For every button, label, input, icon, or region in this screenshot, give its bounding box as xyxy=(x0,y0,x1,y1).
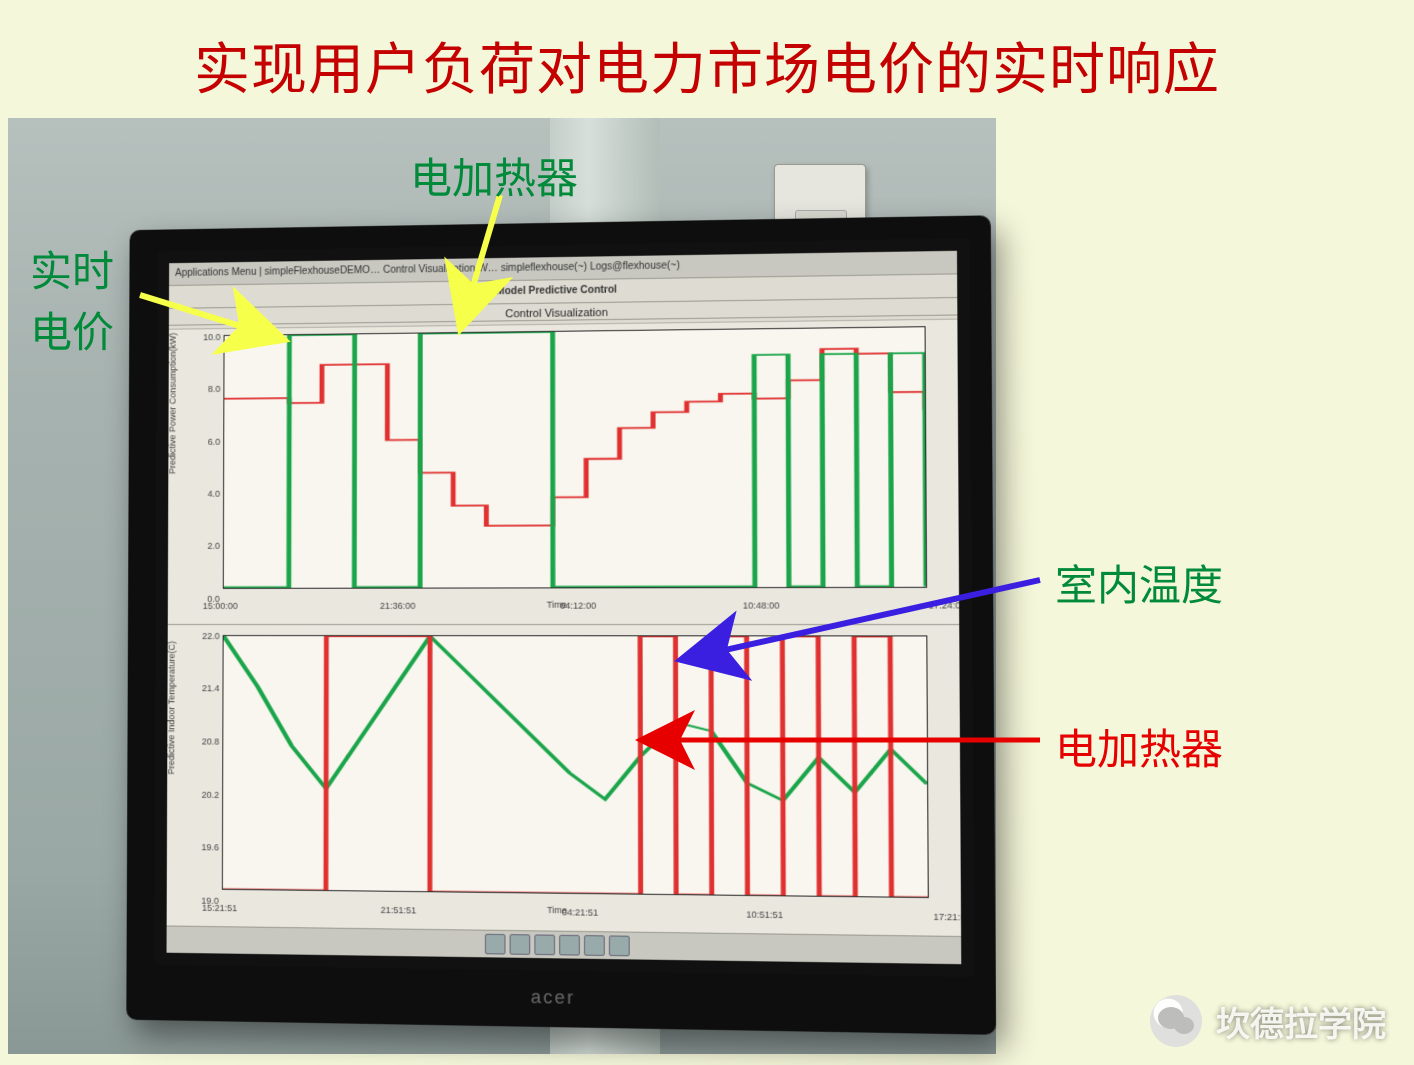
y-tick: 20.2 xyxy=(202,789,220,799)
y-tick: 8.0 xyxy=(208,384,221,394)
slide: 实现用户负荷对电力市场电价的实时响应 Applications Menu | s… xyxy=(0,0,1414,1065)
monitor-screen: Applications Menu | simpleFlexhouseDEMO…… xyxy=(167,251,962,964)
monitor-brand-logo: acer xyxy=(126,980,996,1016)
y-tick: 22.0 xyxy=(202,631,220,641)
y-tick: 2.0 xyxy=(207,541,220,551)
y-tick: 19.6 xyxy=(201,843,219,853)
x-tick: 04:21:51 xyxy=(562,907,598,918)
y-tick: 6.0 xyxy=(208,436,221,446)
slide-title: 实现用户负荷对电力市场电价的实时响应 xyxy=(0,25,1414,106)
top-chart-plot xyxy=(223,326,927,588)
label-heater-bottom: 电加热器 xyxy=(1055,716,1223,777)
label-indoor-temp: 室内温度 xyxy=(1055,552,1223,613)
bottom-chart-panel: Predictive Indoor Temperature(C) Time 19… xyxy=(167,624,961,935)
chart-panels: Predictive Power Consumption(kW) Time 0.… xyxy=(167,314,961,934)
x-tick: 17:21:51 xyxy=(933,912,961,923)
x-tick: 15:21:51 xyxy=(202,903,237,914)
x-tick: 21:51:51 xyxy=(381,905,417,916)
watermark: 坎德拉学院 xyxy=(1150,995,1386,1047)
x-tick: 10:51:51 xyxy=(746,909,783,920)
x-tick: 21:36:00 xyxy=(380,601,416,611)
bottom-chart-plot xyxy=(222,635,929,899)
top-chart-ylabel: Predictive Power Consumption(kW) xyxy=(167,333,177,475)
bottom-chart-ylabel: Predictive Indoor Temperature(C) xyxy=(167,641,177,774)
x-tick: 17:24:00 xyxy=(928,600,961,610)
top-chart-panel: Predictive Power Consumption(kW) Time 0.… xyxy=(168,314,959,623)
x-tick: 04:12:00 xyxy=(560,600,596,610)
y-tick: 20.8 xyxy=(202,736,220,746)
monitor-bezel: Applications Menu | simpleFlexhouseDEMO…… xyxy=(154,238,974,977)
monitor: Applications Menu | simpleFlexhouseDEMO…… xyxy=(126,215,996,1035)
y-tick: 4.0 xyxy=(208,489,221,499)
x-tick: 15:00:00 xyxy=(203,601,238,611)
photo-area: Applications Menu | simpleFlexhouseDEMO…… xyxy=(8,118,996,1054)
watermark-text: 坎德拉学院 xyxy=(1216,997,1386,1046)
wechat-icon xyxy=(1150,995,1202,1047)
y-tick: 21.4 xyxy=(202,683,220,693)
y-tick: 10.0 xyxy=(203,332,220,342)
x-tick: 10:48:00 xyxy=(743,600,780,610)
